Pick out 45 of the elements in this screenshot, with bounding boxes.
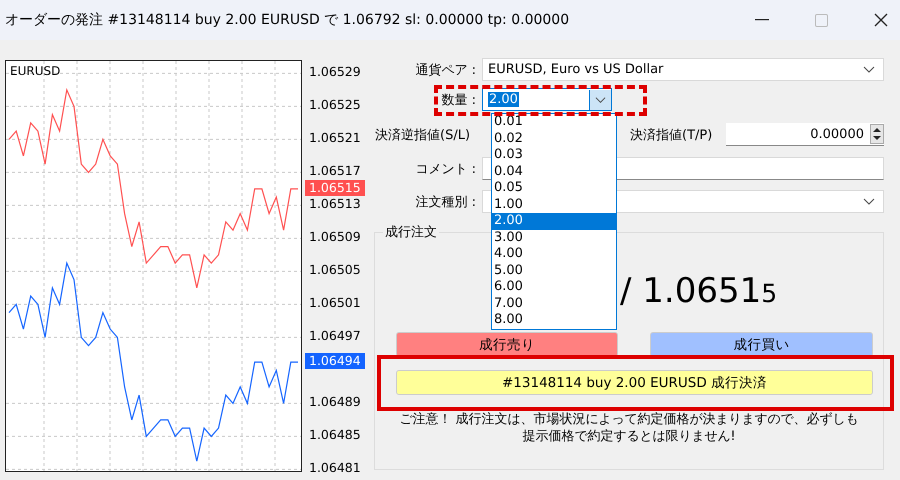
axis-label: 1.06501 bbox=[309, 295, 361, 312]
take-profit-field[interactable]: 0.00000 bbox=[726, 123, 884, 146]
bid-price-label: 1.06494 bbox=[305, 353, 365, 370]
close-position-button[interactable]: #13148114 buy 2.00 EURUSD 成行決済 bbox=[396, 370, 873, 395]
field-label: 注文種別 : bbox=[414, 194, 477, 210]
list-option[interactable]: 0.03 bbox=[492, 147, 616, 164]
list-option[interactable]: 4.00 bbox=[492, 246, 616, 262]
axis-label: 1.06497 bbox=[309, 328, 361, 344]
notice-text: ご注意！ 成行注文は、市場状況によって約定価格が決まりますので、必ずしも bbox=[399, 411, 859, 428]
list-option[interactable]: 2.00 bbox=[492, 213, 616, 230]
list-option[interactable]: 7.00 bbox=[492, 296, 616, 312]
axis-label: 1.06509 bbox=[309, 229, 361, 246]
list-option[interactable]: 0.02 bbox=[492, 130, 616, 147]
axis-label: 1.06517 bbox=[309, 163, 361, 180]
notice-text: 提示価格で約定するとは限りません! bbox=[522, 428, 736, 445]
list-option[interactable]: 3.00 bbox=[492, 230, 616, 246]
axis-label: 1.06529 bbox=[309, 64, 361, 80]
field-label: コメント : bbox=[414, 160, 477, 178]
axis-label: 1.06481 bbox=[309, 460, 361, 476]
window-title: オーダーの発注 #13148114 buy 2.00 EURUSD で 1.06792 sl: 0.00000 tp: 0.00000 bbox=[5, 11, 570, 29]
symbol-dropdown[interactable]: EURUSD, Euro vs US Dollar bbox=[482, 58, 884, 81]
list-option[interactable]: 5.00 bbox=[492, 262, 616, 279]
axis-label: 1.06485 bbox=[309, 427, 361, 444]
chart-symbol: EURUSD bbox=[10, 64, 60, 78]
price-display: / 1.06515 bbox=[620, 271, 778, 311]
axis-label: 1.06525 bbox=[309, 97, 361, 114]
list-option[interactable]: 0.01 bbox=[492, 114, 616, 130]
field-label: 決済指値(T/P) bbox=[630, 126, 712, 144]
list-option[interactable]: 0.05 bbox=[492, 180, 616, 196]
axis-label: 1.06505 bbox=[309, 262, 361, 278]
group-title: 成行注文 bbox=[383, 223, 439, 241]
list-option[interactable]: 8.00 bbox=[492, 312, 616, 328]
list-option[interactable]: 1.00 bbox=[492, 196, 616, 213]
ask-price-label: 1.06515 bbox=[305, 180, 365, 196]
field-label: 数量 : bbox=[440, 92, 477, 108]
sell-button[interactable]: 成行売り bbox=[396, 332, 618, 357]
axis-label: 1.06513 bbox=[309, 196, 361, 212]
axis-label: 1.06489 bbox=[309, 394, 361, 410]
volume-dropdown[interactable]: 2.00 bbox=[482, 88, 612, 111]
axis-label: 1.06521 bbox=[309, 130, 361, 146]
list-option[interactable]: 0.04 bbox=[492, 164, 616, 180]
field-label: 決済逆指値(S/L) bbox=[375, 126, 470, 144]
field-label: 通貨ペア : bbox=[414, 62, 477, 78]
list-option[interactable]: 6.00 bbox=[492, 279, 616, 296]
buy-button[interactable]: 成行買い bbox=[650, 332, 873, 357]
